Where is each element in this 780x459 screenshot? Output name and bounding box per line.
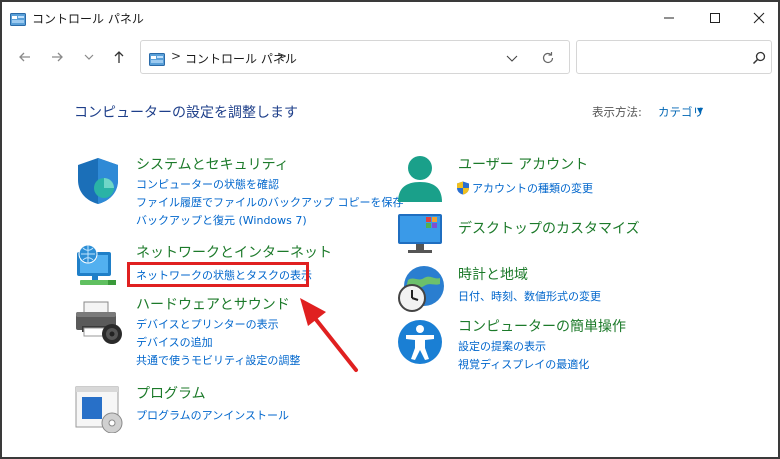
refresh-icon [542, 52, 554, 64]
category-link[interactable]: コンピューターの状態を確認 [136, 176, 279, 192]
shield-icon[interactable] [74, 156, 124, 206]
page-title: コンピューターの設定を調整します [74, 105, 298, 121]
chevron-down-icon [506, 55, 518, 62]
address-bar[interactable]: > コントロール パネル > [140, 40, 570, 74]
control-panel-icon [10, 11, 26, 26]
view-by-label: 表示方法: [592, 105, 642, 119]
category-clock-region: 時計と地域 日付、時刻、数値形式の変更 [396, 264, 696, 316]
category-system-security: システムとセキュリティ コンピューターの状態を確認 ファイル履歴でファイルのバッ… [74, 154, 404, 234]
category-desktop-customization: デスクトップのカスタマイズ [396, 214, 696, 254]
recent-locations-button[interactable] [78, 46, 100, 68]
arrow-up-icon [114, 51, 124, 63]
category-link[interactable]: ファイル履歴でファイルのバックアップ コピーを保存 [136, 194, 404, 210]
forward-button[interactable] [46, 46, 68, 68]
chevron-down-icon[interactable]: ▼ [697, 106, 703, 115]
programs-icon[interactable] [74, 385, 124, 435]
chevron-down-icon [84, 54, 94, 60]
annotation-highlight-box [127, 262, 309, 287]
arrow-right-icon [52, 52, 63, 62]
maximize-button[interactable] [692, 2, 738, 34]
user-icon[interactable] [396, 154, 446, 204]
breadcrumb-separator[interactable]: > [277, 49, 287, 63]
printer-icon[interactable] [74, 298, 124, 348]
category-title[interactable]: ネットワークとインターネット [136, 242, 332, 262]
category-title[interactable]: プログラム [136, 383, 206, 403]
category-title[interactable]: デスクトップのカスタマイズ [458, 218, 640, 238]
address-history-button[interactable] [503, 49, 521, 67]
category-link[interactable]: 共通で使うモビリティ設定の調整 [136, 352, 300, 368]
uac-shield-icon [456, 180, 470, 195]
up-button[interactable] [108, 46, 130, 68]
category-title[interactable]: コンピューターの簡単操作 [458, 316, 626, 336]
category-user-accounts: ユーザー アカウント アカウントの種類の変更 [396, 154, 696, 206]
category-title[interactable]: ハードウェアとサウンド [136, 294, 290, 314]
window-title: コントロール パネル [32, 12, 144, 26]
search-input[interactable] [576, 40, 772, 74]
clock-globe-icon[interactable] [396, 264, 446, 314]
control-panel-icon [149, 51, 165, 66]
annotation-arrow-icon [292, 292, 372, 382]
minimize-button[interactable] [646, 2, 692, 34]
category-link[interactable]: デバイスの追加 [136, 334, 213, 350]
category-link[interactable]: バックアップと復元 (Windows 7) [136, 212, 307, 228]
close-button[interactable] [736, 2, 780, 34]
title-bar: コントロール パネル [2, 2, 778, 34]
breadcrumb-separator[interactable]: > [171, 49, 181, 63]
category-link[interactable]: プログラムのアンインストール [136, 407, 289, 423]
control-panel-window: コントロール パネル > コントロール パネル > コンピューターの設定を調整し… [0, 0, 780, 459]
search-icon [751, 50, 767, 66]
category-programs: プログラム プログラムのアンインストール [74, 383, 374, 435]
arrow-left-icon [19, 52, 30, 62]
refresh-button[interactable] [539, 49, 557, 67]
category-title[interactable]: 時計と地域 [458, 264, 528, 284]
back-button[interactable] [14, 46, 36, 68]
category-title[interactable]: ユーザー アカウント [458, 154, 588, 174]
category-link[interactable]: 設定の提案の表示 [458, 338, 546, 354]
category-link[interactable]: アカウントの種類の変更 [472, 180, 593, 196]
category-link[interactable]: 日付、時刻、数値形式の変更 [458, 288, 601, 304]
category-link[interactable]: デバイスとプリンターの表示 [136, 316, 279, 332]
category-link[interactable]: 視覚ディスプレイの最適化 [458, 356, 589, 372]
navigation-bar: > コントロール パネル > [2, 34, 778, 80]
network-icon[interactable] [74, 242, 124, 292]
category-title[interactable]: システムとセキュリティ [136, 154, 289, 174]
accessibility-icon[interactable] [396, 318, 446, 368]
category-ease-of-access: コンピューターの簡単操作 設定の提案の表示 視覚ディスプレイの最適化 [396, 316, 696, 376]
desktop-icon[interactable] [396, 214, 446, 264]
